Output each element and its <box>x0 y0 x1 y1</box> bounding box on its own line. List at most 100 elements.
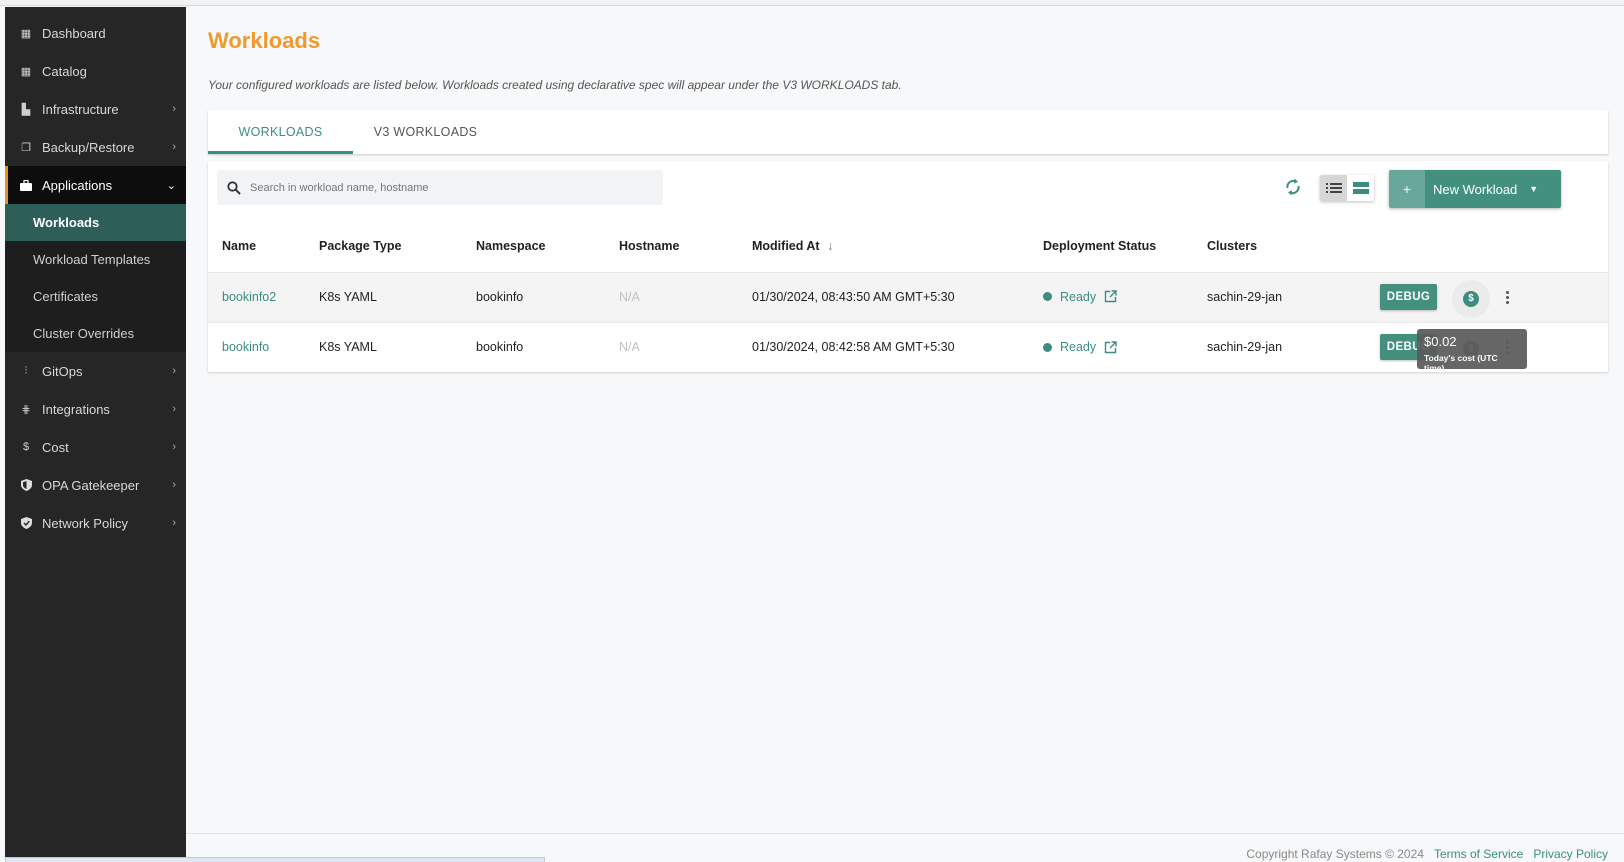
chevron-right-icon: › <box>172 517 176 529</box>
sidebar-item-label: Dashboard <box>42 25 106 41</box>
chevron-right-icon: › <box>172 365 176 377</box>
sidebar-item-label: Integrations <box>42 401 110 417</box>
status-dot-icon <box>1043 342 1052 352</box>
package-type-cell: K8s YAML <box>319 321 476 372</box>
sidebar-subitem-workloads[interactable]: Workloads <box>5 204 186 241</box>
search-input[interactable] <box>250 181 630 194</box>
sidebar-item-gitops[interactable]: ⫶ GitOps › <box>5 352 186 390</box>
hostname-cell: N/A <box>619 271 752 322</box>
shield-icon <box>18 479 34 491</box>
tab-v3-workloads[interactable]: V3 WORKLOADS <box>353 110 498 154</box>
sidebar-item-label: OPA Gatekeeper <box>42 477 140 493</box>
sidebar-item-catalog[interactable]: ▦ Catalog <box>5 52 186 90</box>
card-view-button[interactable] <box>1347 175 1374 201</box>
chevron-right-icon: › <box>172 403 176 415</box>
integrations-icon: ⋕ <box>21 403 31 416</box>
sidebar-item-label: Backup/Restore <box>42 139 135 155</box>
tooltip-amount: $0.02 <box>1424 333 1457 349</box>
refresh-icon[interactable] <box>1283 177 1303 197</box>
terms-of-service-link[interactable]: Terms of Service <box>1434 847 1523 861</box>
browser-top-edge <box>0 0 1624 6</box>
stacked-view-icon <box>1352 182 1369 194</box>
chevron-right-icon: › <box>172 103 176 115</box>
column-header-modified-at[interactable]: Modified At ↓ <box>752 213 1043 272</box>
workload-name-link[interactable]: bookinfo2 <box>222 290 276 304</box>
external-link-icon[interactable] <box>1104 290 1117 303</box>
chevron-right-icon: › <box>172 441 176 453</box>
sidebar-item-label: Network Policy <box>42 515 128 531</box>
tab-workloads[interactable]: WORKLOADS <box>208 110 353 154</box>
table-row[interactable]: bookinfo K8s YAML bookinfo N/A 01/30/202… <box>208 321 1608 373</box>
status-label: Ready <box>1060 340 1097 354</box>
table-header-row: Name Package Type Namespace Hostname Mod… <box>208 213 1608 272</box>
sidebar-subitem-certificates[interactable]: Certificates <box>5 278 186 315</box>
sort-arrow-icon[interactable]: ↓ <box>827 239 833 253</box>
new-workload-label: New Workload <box>1433 181 1518 197</box>
modified-at-cell: 01/30/2024, 08:42:58 AM GMT+5:30 <box>752 321 1043 372</box>
page-description: Your configured workloads are listed bel… <box>208 78 902 92</box>
package-type-cell: K8s YAML <box>319 271 476 322</box>
row-actions: DEBUG $ <box>1380 271 1608 322</box>
sidebar-item-backup-restore[interactable]: ❐ Backup/Restore › <box>5 128 186 166</box>
new-workload-button[interactable]: + New Workload ▼ <box>1389 170 1561 208</box>
backup-icon: ❐ <box>21 141 31 154</box>
chevron-right-icon: › <box>172 141 176 153</box>
list-view-button[interactable] <box>1320 175 1347 201</box>
sidebar-subitem-workload-templates[interactable]: Workload Templates <box>5 241 186 278</box>
modified-at-cell: 01/30/2024, 08:43:50 AM GMT+5:30 <box>752 271 1043 322</box>
column-header-package-type[interactable]: Package Type <box>319 213 476 272</box>
more-options-icon[interactable] <box>1500 288 1514 308</box>
tooltip-caption: Today's cost (UTC time) <box>1424 352 1498 373</box>
sidebar-item-label: Cost <box>42 439 69 455</box>
view-mode-toggle <box>1320 175 1374 201</box>
sidebar-item-label: Applications <box>42 177 113 193</box>
sidebar-item-infrastructure[interactable]: ▙ Infrastructure › <box>5 90 186 128</box>
privacy-policy-link[interactable]: Privacy Policy <box>1533 847 1608 861</box>
sidebar-subitem-cluster-overrides[interactable]: Cluster Overrides <box>5 315 186 352</box>
sidebar-item-integrations[interactable]: ⋕ Integrations › <box>5 390 186 428</box>
search-icon <box>227 180 241 195</box>
caret-down-icon[interactable]: ▼ <box>1529 184 1538 194</box>
clusters-cell: sachin-29-jan <box>1207 321 1380 372</box>
catalog-icon: ▦ <box>20 65 32 78</box>
sidebar-item-cost[interactable]: $ Cost › <box>5 428 186 466</box>
cost-tooltip: $0.02 Today's cost (UTC time) <box>1417 328 1527 373</box>
sidebar-item-applications[interactable]: Applications ⌄ <box>5 166 186 204</box>
workloads-table-card: + New Workload ▼ Name Package Type Names… <box>208 161 1608 373</box>
main-content: Workloads Your configured workloads are … <box>208 7 1608 373</box>
column-header-hostname[interactable]: Hostname <box>619 213 752 272</box>
page-title: Workloads <box>208 28 321 53</box>
tabs-bar: WORKLOADS V3 WORKLOADS <box>208 110 1608 154</box>
sidebar-item-network-policy[interactable]: Network Policy › <box>5 504 186 542</box>
sidebar-item-label: Infrastructure <box>42 101 119 117</box>
column-header-actions <box>1380 213 1608 272</box>
column-header-deployment-status[interactable]: Deployment Status <box>1043 213 1207 272</box>
plus-icon: + <box>1389 170 1425 208</box>
briefcase-icon <box>18 179 34 191</box>
search-box <box>217 170 663 205</box>
applications-submenu: Workloads Workload Templates Certificate… <box>5 204 186 352</box>
sidebar: ▦ Dashboard ▦ Catalog ▙ Infrastructure ›… <box>5 7 186 862</box>
namespace-cell: bookinfo <box>476 271 619 322</box>
external-link-icon[interactable] <box>1104 340 1117 354</box>
dashboard-icon: ▦ <box>20 27 32 40</box>
row-actions: DEBUG $ $0.02 Today's cost (UTC time) <box>1380 321 1608 373</box>
status-badge: Ready <box>1043 340 1117 354</box>
debug-button[interactable]: DEBUG <box>1380 284 1437 310</box>
shield-check-icon <box>18 517 34 529</box>
column-header-namespace[interactable]: Namespace <box>476 213 619 272</box>
sidebar-item-opa-gatekeeper[interactable]: OPA Gatekeeper › <box>5 466 186 504</box>
status-badge: Ready <box>1043 290 1117 304</box>
sidebar-item-dashboard[interactable]: ▦ Dashboard <box>5 14 186 52</box>
workload-name-link[interactable]: bookinfo <box>222 340 269 354</box>
dollar-icon: $ <box>22 441 30 453</box>
table-row[interactable]: bookinfo2 K8s YAML bookinfo N/A 01/30/20… <box>208 271 1608 322</box>
cost-button[interactable]: $ <box>1452 279 1490 318</box>
column-header-name[interactable]: Name <box>208 213 319 272</box>
copyright-text: Copyright Rafay Systems © 2024 <box>1246 847 1424 861</box>
column-header-clusters[interactable]: Clusters <box>1207 213 1380 272</box>
status-label: Ready <box>1060 289 1097 304</box>
chevron-down-icon: ⌄ <box>166 179 176 192</box>
sidebar-item-label: GitOps <box>42 363 83 379</box>
chevron-right-icon: › <box>172 479 176 491</box>
